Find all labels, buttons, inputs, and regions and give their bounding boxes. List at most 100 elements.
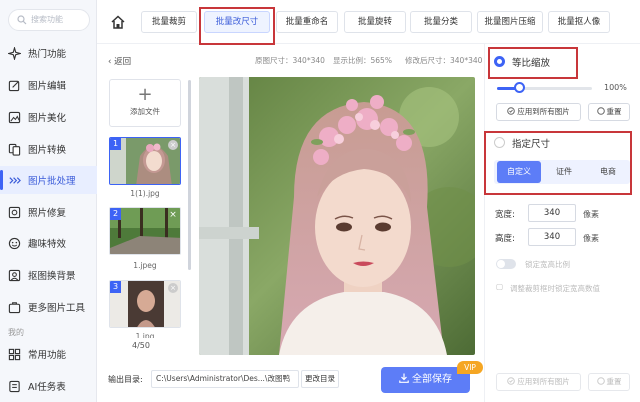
sidebar-item-label: 抠图换背景 xyxy=(28,271,76,282)
sidebar-item-batch[interactable]: 图片批处理 xyxy=(0,166,97,194)
convert-icon xyxy=(8,143,21,156)
add-file-button[interactable]: + 添加文件 xyxy=(109,79,181,127)
file-thumbnail[interactable]: 3 × xyxy=(109,280,181,328)
image-preview xyxy=(199,77,475,355)
sidebar-item-beautify[interactable]: 图片美化 xyxy=(0,103,97,131)
reset-label: 重置 xyxy=(606,107,622,116)
file-name: 1(1).jpg xyxy=(130,189,160,198)
search-icon xyxy=(17,15,27,25)
sidebar-item-hot[interactable]: 热门功能 xyxy=(0,39,97,67)
display-ratio: 显示比例：565% xyxy=(333,56,392,65)
remove-file-icon[interactable]: × xyxy=(168,140,178,150)
apply-icon xyxy=(507,107,516,115)
file-index-badge: 1 xyxy=(110,138,121,150)
sidebar-item-label: 图片转换 xyxy=(28,145,67,156)
tab-batch-resize[interactable]: 批量改尺寸 xyxy=(204,11,270,33)
tab-batch-crop[interactable]: 批量裁剪 xyxy=(141,11,197,33)
apply-all-label: 应用到所有图片 xyxy=(517,377,570,386)
scale-slider-knob[interactable] xyxy=(514,82,525,93)
preset-ecommerce[interactable]: 电商 xyxy=(586,161,630,183)
search-placeholder: 搜索功能 xyxy=(31,15,63,24)
grid-icon xyxy=(8,348,21,360)
sidebar-item-label: 趣味特效 xyxy=(28,239,67,250)
sidebar-item-common[interactable]: 常用功能 xyxy=(0,340,97,368)
batch-icon xyxy=(9,176,21,184)
sidebar-item-label: 常用功能 xyxy=(28,350,67,361)
home-icon[interactable] xyxy=(110,14,126,30)
sidebar-item-label: 更多图片工具 xyxy=(28,303,86,314)
reset-bottom-button[interactable]: 重置 xyxy=(588,373,630,391)
preset-id-photo[interactable]: 证件 xyxy=(542,161,586,183)
effects-icon xyxy=(8,237,21,249)
search-input[interactable]: 搜索功能 xyxy=(8,9,90,31)
tab-batch-classify[interactable]: 批量分类 xyxy=(410,11,472,33)
file-thumbnail[interactable]: 1 × xyxy=(109,137,181,185)
height-unit: 像素 xyxy=(583,234,599,243)
sidebar-item-label: AI任务表 xyxy=(28,382,66,393)
height-input[interactable]: 340 xyxy=(528,228,576,246)
reset-icon xyxy=(596,107,605,115)
tools-icon xyxy=(8,301,21,313)
task-icon xyxy=(9,380,20,392)
sparkle-icon xyxy=(8,46,21,60)
thumbnail-scrollbar[interactable] xyxy=(188,80,191,270)
sidebar-item-label: 图片美化 xyxy=(28,113,67,124)
sidebar-item-cutout[interactable]: 抠图换背景 xyxy=(0,261,97,289)
scale-percent: 100% xyxy=(604,83,627,92)
lock-crop-label: 调整裁剪框时锁定宽高数值 xyxy=(510,284,600,293)
back-link[interactable]: ‹ 返回 xyxy=(108,55,131,67)
custom-size-label: 指定尺寸 xyxy=(512,139,551,150)
lock-ratio-toggle[interactable] xyxy=(496,259,516,269)
custom-size-radio[interactable] xyxy=(494,137,505,148)
width-unit: 像素 xyxy=(583,210,599,219)
sidebar-item-effects[interactable]: 趣味特效 xyxy=(0,229,97,257)
output-dir-label: 输出目录: xyxy=(108,375,143,384)
repair-icon xyxy=(8,206,21,218)
apply-all-bottom-button[interactable]: 应用到所有图片 xyxy=(496,373,581,391)
file-thumbnail[interactable]: 2 × xyxy=(109,207,181,255)
scale-slider-track[interactable] xyxy=(497,87,592,90)
width-input[interactable]: 340 xyxy=(528,204,576,222)
tab-batch-portrait[interactable]: 批量抠人像 xyxy=(548,11,610,33)
sidebar-item-label: 图片批处理 xyxy=(28,176,76,187)
apply-all-button[interactable]: 应用到所有图片 xyxy=(496,103,581,121)
height-label: 高度: xyxy=(495,234,515,244)
lock-ratio-label: 锁定宽高比例 xyxy=(525,260,570,269)
tab-batch-rotate[interactable]: 批量旋转 xyxy=(344,11,406,33)
download-icon xyxy=(399,373,409,383)
sidebar-item-ai-tasks[interactable]: AI任务表 xyxy=(0,372,97,400)
lock-crop-checkbox-icon[interactable]: ▢ xyxy=(496,282,503,291)
proportional-label: 等比缩放 xyxy=(512,58,551,69)
portrait-preview-image xyxy=(199,77,475,355)
file-name: 1.jpg xyxy=(135,332,155,338)
original-size: 原图尺寸：340*340 xyxy=(255,56,325,65)
preset-custom[interactable]: 自定义 xyxy=(497,161,541,183)
plus-icon: + xyxy=(137,84,153,105)
sidebar-item-convert[interactable]: 图片转换 xyxy=(0,135,97,163)
width-label: 宽度: xyxy=(495,210,515,220)
tab-batch-rename[interactable]: 批量重命名 xyxy=(276,11,338,33)
file-index-badge: 3 xyxy=(110,281,121,293)
section-label-mine: 我的 xyxy=(8,328,24,337)
sidebar-item-label: 图片编辑 xyxy=(28,81,67,92)
reset-button[interactable]: 重置 xyxy=(588,103,630,121)
apply-all-label: 应用到所有图片 xyxy=(517,107,570,116)
sidebar-item-edit[interactable]: 图片编辑 xyxy=(0,71,97,99)
apply-icon xyxy=(507,377,516,385)
modified-size: 修改后尺寸：340*340 xyxy=(405,56,483,65)
sidebar-item-repair[interactable]: 照片修复 xyxy=(0,198,97,226)
remove-file-icon[interactable]: × xyxy=(168,210,178,220)
settings-panel xyxy=(484,44,640,402)
beautify-icon xyxy=(8,111,21,123)
remove-file-icon[interactable]: × xyxy=(168,283,178,293)
sidebar-item-label: 照片修复 xyxy=(28,208,67,219)
sidebar-item-label: 热门功能 xyxy=(28,49,67,60)
tab-batch-compress[interactable]: 批量图片压缩 xyxy=(477,11,543,33)
reset-icon xyxy=(596,377,605,385)
change-dir-button[interactable]: 更改目录 xyxy=(301,370,339,388)
reset-label: 重置 xyxy=(606,377,622,386)
sidebar-item-tools[interactable]: 更多图片工具 xyxy=(0,293,97,321)
output-path-field[interactable]: C:\Users\Administrator\Des...\改图鸭 xyxy=(151,370,299,388)
save-all-label: 全部保存 xyxy=(412,374,452,385)
proportional-radio[interactable] xyxy=(494,56,505,67)
